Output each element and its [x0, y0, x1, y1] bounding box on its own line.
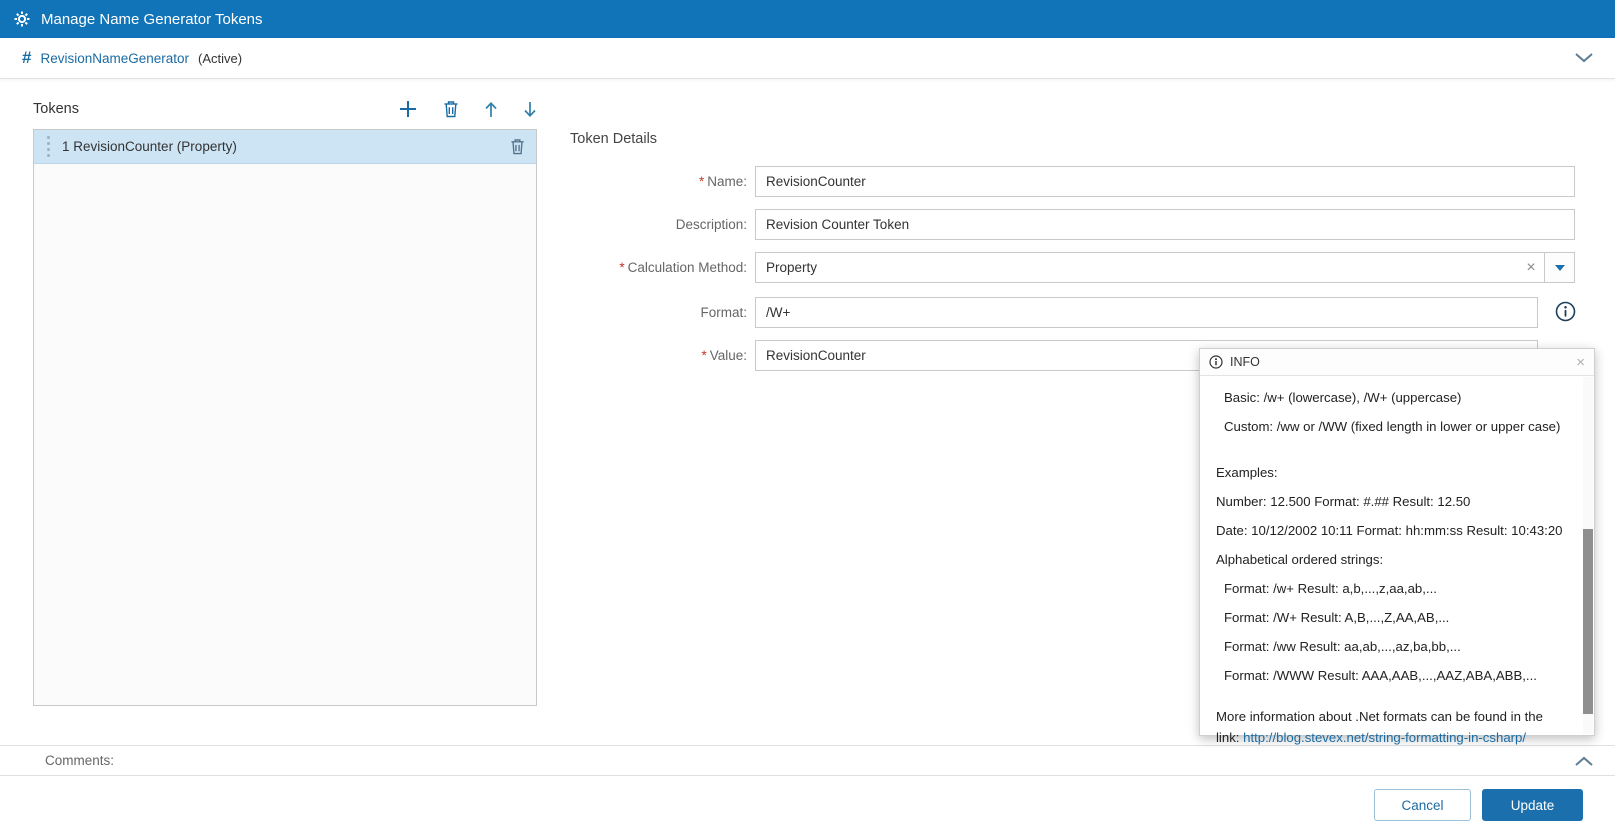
info-icon — [1209, 355, 1223, 369]
info-line: Format: /W+ Result: A,B,...,Z,AA,AB,... — [1216, 603, 1568, 632]
calculation-method-label: *Calculation Method: — [570, 252, 755, 283]
required-asterisk: * — [619, 260, 624, 275]
token-item-label: 1 RevisionCounter (Property) — [62, 139, 237, 154]
calculation-method-row: *Calculation Method: Property × — [570, 252, 1575, 283]
popup-scrollbar[interactable] — [1583, 377, 1593, 734]
value-label: *Value: — [570, 340, 755, 371]
format-info-popup: INFO × Basic: /w+ (lowercase), /W+ (uppe… — [1199, 348, 1595, 736]
clear-selection-icon[interactable]: × — [1518, 259, 1544, 277]
row-delete-icon[interactable] — [510, 138, 525, 155]
token-details-title: Token Details — [570, 131, 657, 147]
description-row: Description: — [570, 209, 1575, 240]
info-line: Format: /w+ Result: a,b,...,z,aa,ab,... — [1216, 574, 1568, 603]
description-field[interactable] — [755, 209, 1575, 240]
chevron-down-icon[interactable] — [1575, 53, 1593, 63]
info-popup-title: INFO — [1230, 355, 1260, 369]
info-line: Format: /WWW Result: AAA,AAB,...,AAZ,ABA… — [1216, 661, 1568, 690]
tokens-header: Tokens — [33, 96, 537, 122]
tokens-list: 1 RevisionCounter (Property) — [33, 129, 537, 706]
manage-tokens-window: Manage Name Generator Tokens # RevisionN… — [0, 0, 1615, 834]
generator-name-link[interactable]: RevisionNameGenerator — [40, 51, 189, 66]
description-label: Description: — [570, 209, 755, 240]
info-line: Examples: — [1216, 458, 1568, 487]
gear-icon — [14, 11, 30, 27]
info-popup-header: INFO × — [1200, 349, 1594, 376]
info-popup-footer: More information about .Net formats can … — [1216, 706, 1568, 748]
info-line: Date: 10/12/2002 10:11 Format: hh:mm:ss … — [1216, 516, 1568, 545]
name-row: *Name: — [570, 166, 1575, 197]
name-label: *Name: — [570, 166, 755, 197]
required-asterisk: * — [699, 174, 704, 189]
update-button[interactable]: Update — [1482, 789, 1583, 821]
token-list-item-selected[interactable]: 1 RevisionCounter (Property) — [34, 130, 536, 164]
dropdown-caret-button[interactable] — [1544, 253, 1574, 282]
info-line: Format: /ww Result: aa,ab,...,az,ba,bb,.… — [1216, 632, 1568, 661]
calculation-method-value: Property — [756, 260, 1518, 275]
drag-handle-icon[interactable] — [47, 142, 50, 145]
info-line: Custom: /ww or /WW (fixed length in lowe… — [1216, 412, 1568, 441]
format-info-icon[interactable] — [1555, 301, 1576, 325]
close-icon[interactable]: × — [1576, 355, 1585, 370]
info-line: Basic: /w+ (lowercase), /W+ (uppercase) — [1216, 383, 1568, 412]
name-field[interactable] — [755, 166, 1575, 197]
tokens-panel-title: Tokens — [33, 101, 79, 117]
info-line: Number: 12.500 Format: #.## Result: 12.5… — [1216, 487, 1568, 516]
window-title: Manage Name Generator Tokens — [41, 11, 263, 28]
generator-status: (Active) — [198, 51, 242, 66]
required-asterisk: * — [701, 348, 706, 363]
delete-token-button[interactable] — [443, 100, 459, 118]
format-field[interactable] — [755, 297, 1538, 328]
format-row: Format: — [570, 297, 1538, 328]
info-popup-body: Basic: /w+ (lowercase), /W+ (uppercase) … — [1200, 376, 1594, 748]
chevron-up-icon[interactable] — [1575, 756, 1593, 766]
generator-bar: # RevisionNameGenerator (Active) — [0, 38, 1615, 79]
move-down-button[interactable] — [523, 101, 537, 118]
tokens-toolbar — [398, 99, 537, 119]
formats-link[interactable]: http://blog.stevex.net/string-formatting… — [1243, 730, 1526, 745]
cancel-button[interactable]: Cancel — [1374, 789, 1471, 821]
comments-label: Comments: — [45, 753, 114, 768]
format-label: Format: — [570, 297, 755, 328]
info-line: Alphabetical ordered strings: — [1216, 545, 1568, 574]
popup-scrollbar-thumb[interactable] — [1583, 529, 1593, 714]
title-bar: Manage Name Generator Tokens — [0, 0, 1615, 38]
calculation-method-select[interactable]: Property × — [755, 252, 1575, 283]
comments-section: Comments: — [0, 745, 1615, 776]
add-token-button[interactable] — [398, 99, 418, 119]
move-up-button[interactable] — [484, 101, 498, 118]
hash-icon: # — [22, 48, 31, 68]
